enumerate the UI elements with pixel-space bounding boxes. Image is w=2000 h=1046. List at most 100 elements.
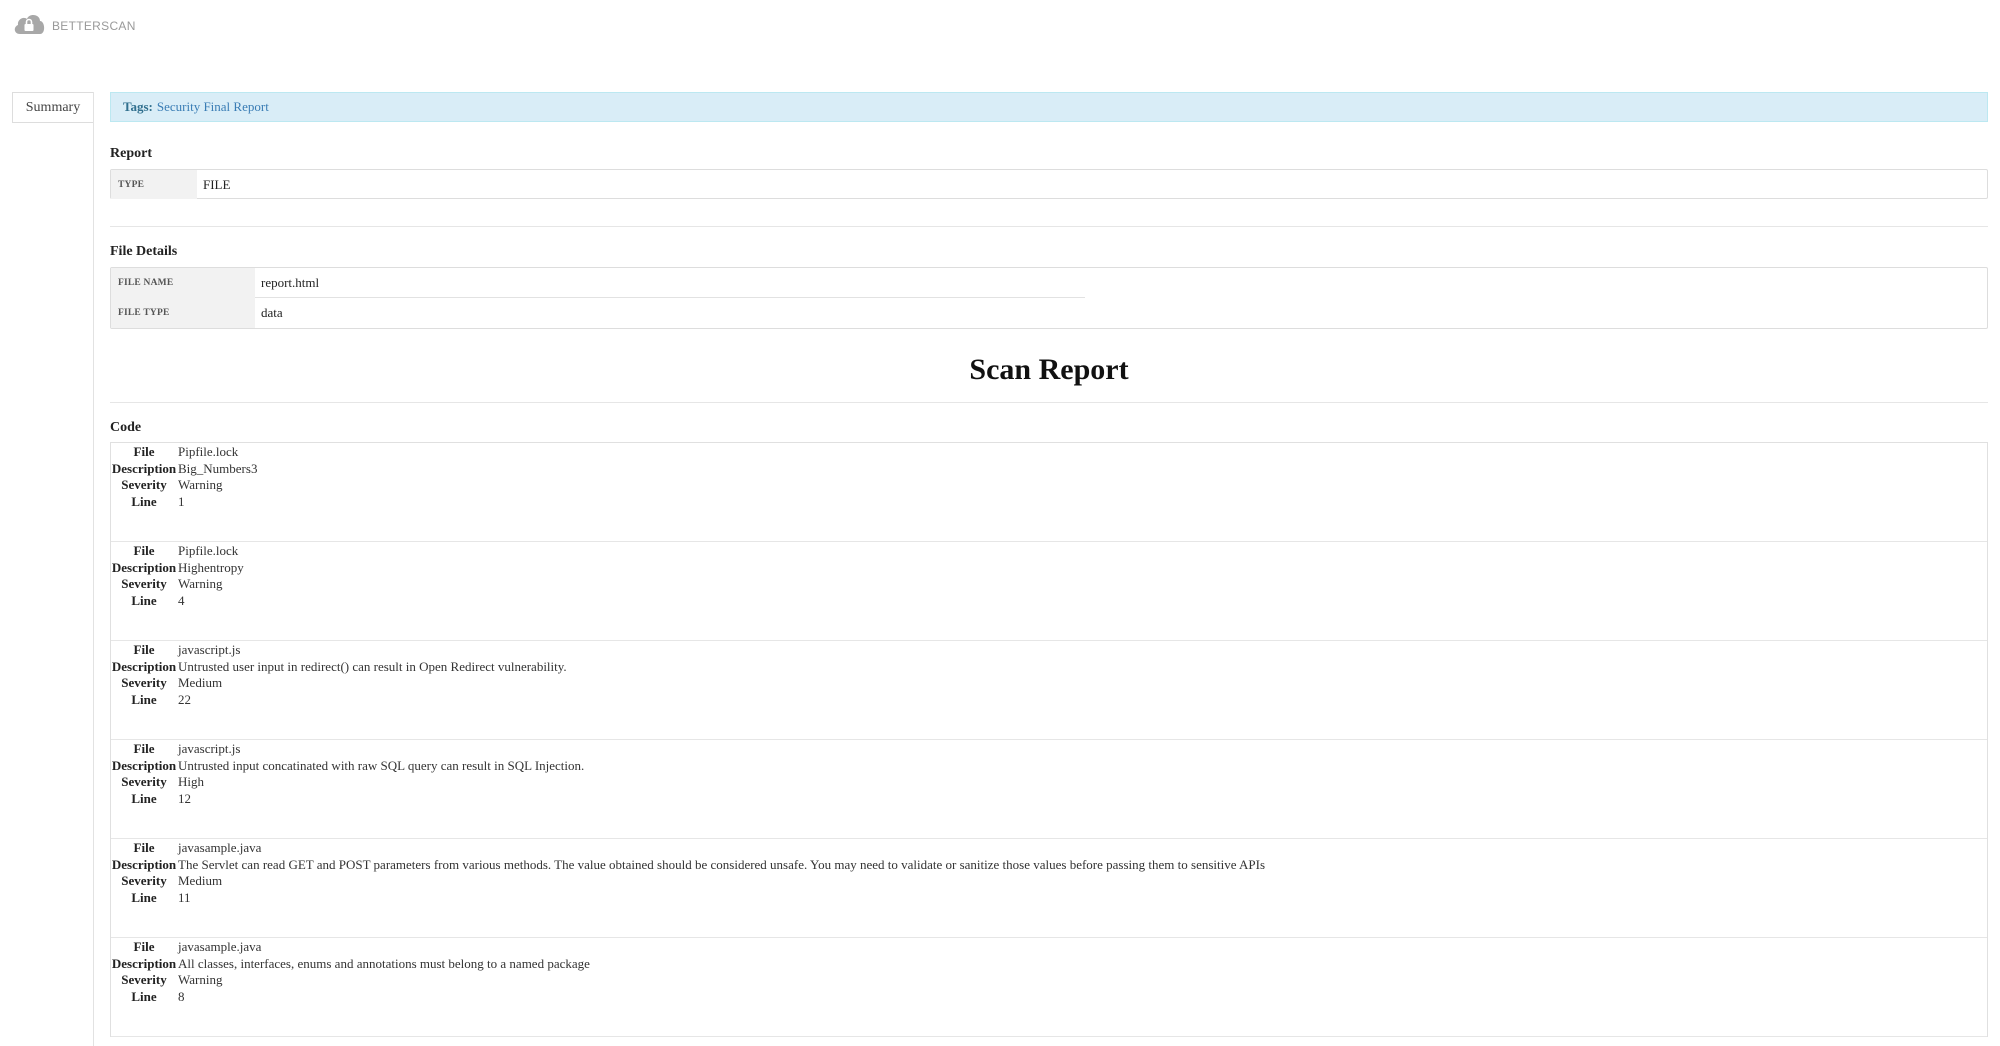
file-details-title: File Details xyxy=(110,244,178,259)
line-label: Line xyxy=(131,592,157,608)
type-key: TYPE xyxy=(111,170,197,199)
finding-item: File Pipfile.lock Description Highentropy … xyxy=(111,542,1987,641)
file-type-key: FILE TYPE xyxy=(111,298,255,328)
finding-item: File javascript.js Description Untrusted u… xyxy=(111,641,1987,740)
file-label: File xyxy=(133,939,155,955)
finding-description: All classes, interfaces, enums and annot… xyxy=(178,955,590,971)
severity-label: Severity xyxy=(121,576,167,592)
description-label: Description xyxy=(111,460,177,476)
file-name-value: report.html xyxy=(255,268,1085,298)
finding-severity-row: Severity Medium xyxy=(111,675,1987,692)
finding-severity: Warning xyxy=(178,477,223,493)
finding-file-row: File javasample.java xyxy=(111,840,1987,857)
divider xyxy=(110,402,1988,403)
severity-label: Severity xyxy=(121,774,167,790)
finding-file-row: File Pipfile.lock xyxy=(111,444,1987,461)
tags-label: Tags: xyxy=(123,99,153,114)
severity-label: Severity xyxy=(121,477,167,493)
finding-line-row: Line 8 xyxy=(111,989,1987,1006)
finding-item: File javascript.js Description Untrusted i… xyxy=(111,740,1987,839)
finding-line-row: Line 22 xyxy=(111,692,1987,709)
code-section-title: Code xyxy=(110,420,142,435)
brand-name: BETTERSCAN xyxy=(52,19,136,33)
finding-item: File javasample.java Description The Servl… xyxy=(111,839,1987,938)
finding-file-row: File javascript.js xyxy=(111,741,1987,758)
finding-file: javasample.java xyxy=(178,939,262,955)
line-label: Line xyxy=(131,493,157,509)
finding-severity: High xyxy=(178,774,204,790)
main-content: Tags: Security Final Report Report TYPE … xyxy=(110,92,1988,1037)
line-label: Line xyxy=(131,790,157,806)
finding-severity: Medium xyxy=(178,873,223,889)
report-table: TYPE FILE xyxy=(110,169,1988,199)
report-section-title: Report xyxy=(110,146,152,161)
description-label: Description xyxy=(111,658,177,674)
finding-file-row: File javasample.java xyxy=(111,939,1987,956)
severity-label: Severity xyxy=(121,873,167,889)
finding-file: javascript.js xyxy=(178,741,241,757)
type-value: FILE xyxy=(203,176,231,192)
finding-line: 22 xyxy=(178,691,191,707)
finding-severity-row: Severity High xyxy=(111,774,1987,791)
code-findings: File Pipfile.lock Description Big_Numbers3… xyxy=(110,442,1988,1037)
finding-description: Big_Numbers3 xyxy=(178,460,258,476)
tags-value[interactable]: Security Final Report xyxy=(157,99,269,115)
file-label: File xyxy=(133,543,155,559)
report-row-type: TYPE FILE xyxy=(111,170,1987,199)
finding-line: 1 xyxy=(178,493,185,509)
file-label: File xyxy=(133,444,155,460)
finding-file: Pipfile.lock xyxy=(178,444,239,460)
finding-description-row: Description Highentropy xyxy=(111,560,1987,577)
file-type-row: FILE TYPE data xyxy=(111,298,1987,328)
finding-severity-row: Severity Warning xyxy=(111,576,1987,593)
file-name-row: FILE NAME report.html xyxy=(111,268,1987,298)
file-type-value: data xyxy=(261,305,283,320)
line-label: Line xyxy=(131,988,157,1004)
finding-line-row: Line 11 xyxy=(111,890,1987,907)
finding-file: javascript.js xyxy=(178,642,241,658)
finding-line-row: Line 12 xyxy=(111,791,1987,808)
tags-bar: Tags: Security Final Report xyxy=(110,92,1988,122)
finding-description-row: Description All classes, interfaces, enum… xyxy=(111,956,1987,973)
finding-description: Untrusted input concatinated with raw SQ… xyxy=(178,757,585,773)
finding-description: The Servlet can read GET and POST parame… xyxy=(178,856,1266,872)
finding-severity: Warning xyxy=(178,972,223,988)
finding-description: Highentropy xyxy=(178,559,244,575)
description-label: Description xyxy=(111,559,177,575)
finding-item: File javasample.java Description All class… xyxy=(111,938,1987,1037)
file-details-table: FILE NAME report.html FILE TYPE data xyxy=(110,267,1988,329)
description-label: Description xyxy=(111,955,177,971)
file-label: File xyxy=(133,741,155,757)
finding-line: 11 xyxy=(178,889,191,905)
finding-description: Untrusted user input in redirect() can r… xyxy=(178,658,567,674)
finding-description-row: Description Untrusted input concatinated … xyxy=(111,758,1987,775)
brand-logo[interactable]: BETTERSCAN xyxy=(12,12,136,40)
cloud-lock-icon xyxy=(12,10,46,43)
file-name-key: FILE NAME xyxy=(111,268,255,298)
sidebar: Summary xyxy=(12,92,94,1046)
finding-severity-row: Severity Warning xyxy=(111,972,1987,989)
finding-severity: Warning xyxy=(178,576,223,592)
finding-line: 12 xyxy=(178,790,191,806)
divider xyxy=(110,226,1988,227)
scan-report-title: Scan Report xyxy=(969,353,1129,386)
finding-line: 4 xyxy=(178,592,185,608)
severity-label: Severity xyxy=(121,972,167,988)
finding-file: Pipfile.lock xyxy=(178,543,239,559)
finding-severity-row: Severity Medium xyxy=(111,873,1987,890)
finding-severity-row: Severity Warning xyxy=(111,477,1987,494)
finding-description-row: Description Untrusted user input in redir… xyxy=(111,659,1987,676)
finding-line-row: Line 1 xyxy=(111,494,1987,511)
line-label: Line xyxy=(131,889,157,905)
severity-label: Severity xyxy=(121,675,167,691)
finding-line-row: Line 4 xyxy=(111,593,1987,610)
file-label: File xyxy=(133,642,155,658)
description-label: Description xyxy=(111,757,177,773)
finding-line: 8 xyxy=(178,988,185,1004)
finding-file-row: File javascript.js xyxy=(111,642,1987,659)
finding-file-row: File Pipfile.lock xyxy=(111,543,1987,560)
line-label: Line xyxy=(131,691,157,707)
file-label: File xyxy=(133,840,155,856)
tab-summary[interactable]: Summary xyxy=(12,92,93,123)
finding-severity: Medium xyxy=(178,675,223,691)
